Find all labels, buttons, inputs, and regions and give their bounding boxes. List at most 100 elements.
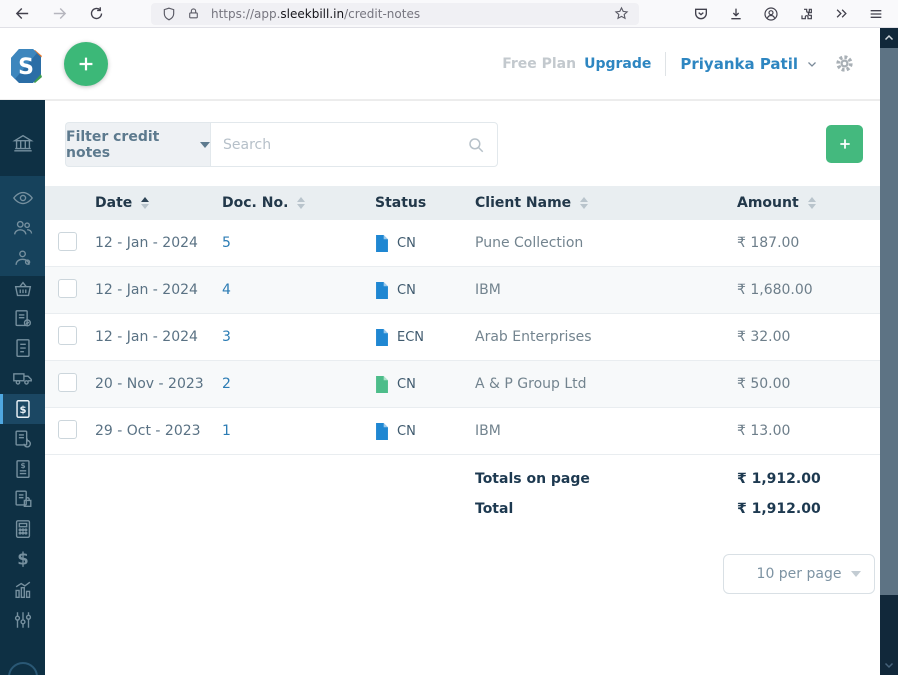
status-label: CN [397,424,416,439]
pocket-icon[interactable] [689,2,713,26]
doc-number-link[interactable]: 1 [222,423,231,439]
row-amount: ₹ 50.00 [737,376,880,392]
doc-number-link[interactable]: 5 [222,235,231,251]
download-icon[interactable] [724,2,748,26]
row-checkbox[interactable] [58,232,77,251]
sidebar-item-purchase-bills[interactable]: $ [0,454,45,484]
chevron-down-icon[interactable] [806,58,818,70]
file-icon [375,235,389,252]
sort-icon-amount[interactable] [808,197,816,209]
status-label: CN [397,377,416,392]
sidebar-item-purchase-orders[interactable] [0,424,45,454]
scroll-up-icon[interactable] [880,30,898,46]
doc-number-link[interactable]: 4 [222,282,231,298]
row-amount: ₹ 32.00 [737,329,880,345]
column-header-doc-no[interactable]: Doc. No. [222,195,375,211]
scroll-down-icon[interactable] [880,657,898,673]
user-menu[interactable]: Priyanka Patil [680,55,798,73]
row-client: IBM [475,282,737,298]
shield-icon[interactable] [159,4,179,24]
overflow-chevrons-icon[interactable] [829,2,853,26]
sidebar-item-quotes[interactable] [0,304,45,334]
sleekbill-logo-icon[interactable]: S [7,47,45,85]
sidebar-item-credit-notes[interactable]: $ [0,394,45,424]
upgrade-link[interactable]: Upgrade [584,56,651,72]
row-date: 12 - Jan - 2024 [95,329,222,345]
column-header-client[interactable]: Client Name [475,195,737,211]
svg-text:$: $ [19,405,26,416]
scrollbar-thumb[interactable] [880,48,898,595]
table-row: 12 - Jan - 2024 4 CN IBM ₹ 1,680.00 [45,267,880,314]
column-header-status[interactable]: Status [375,195,475,211]
app-header: S Free Plan Upgrade Priyanka Patil [0,28,880,100]
app-window: S Free Plan Upgrade Priyanka Patil [0,28,898,675]
doc-number-link[interactable]: 2 [222,376,231,392]
header-divider [665,52,666,76]
file-icon [375,329,389,346]
search-input[interactable] [223,137,467,153]
sort-icon-client[interactable] [580,197,588,209]
page-scrollbar[interactable] [880,28,898,675]
url-text: https://app.sleekbill.in/credit-notes [211,7,611,21]
sidebar-item-vendor[interactable] [0,243,45,273]
bookmark-star-icon[interactable] [611,4,631,24]
sidebar-item-bank[interactable] [0,128,45,158]
filter-caret-icon [200,142,210,148]
menu-hamburger-icon[interactable] [864,2,888,26]
sort-icon-date[interactable] [141,197,149,209]
browser-toolbar: https://app.sleekbill.in/credit-notes [0,0,898,28]
sidebar-item-customers[interactable] [0,213,45,243]
sidebar-item-reports[interactable] [0,575,45,605]
gear-icon[interactable] [834,53,855,74]
file-icon [375,282,389,299]
row-checkbox[interactable] [58,373,77,392]
row-checkbox[interactable] [58,326,77,345]
sidebar-item-delivery[interactable] [0,363,45,393]
row-date: 12 - Jan - 2024 [95,282,222,298]
back-arrow-icon[interactable] [10,2,34,26]
status-label: ECN [397,330,424,345]
row-client: A & P Group Ltd [475,376,737,392]
svg-text:$: $ [20,461,25,470]
filter-bar: Filter credit notes [65,122,498,167]
address-bar[interactable]: https://app.sleekbill.in/credit-notes [151,3,639,25]
column-header-date[interactable]: Date [95,195,222,211]
lock-icon[interactable] [183,4,203,24]
reload-icon[interactable] [84,2,108,26]
forward-arrow-icon[interactable] [47,2,71,26]
svg-text:S: S [18,55,34,80]
sidebar-item-products[interactable] [0,274,45,304]
column-header-amount[interactable]: Amount [737,195,880,211]
sidebar-item-invoices[interactable] [0,333,45,363]
account-icon[interactable] [759,2,783,26]
row-date: 12 - Jan - 2024 [95,235,222,251]
sidebar-item-view[interactable] [0,183,45,213]
extensions-puzzle-icon[interactable] [794,2,818,26]
status-label: CN [397,236,416,251]
search-icon[interactable] [467,136,485,154]
table-row: 29 - Oct - 2023 1 CN IBM ₹ 13.00 [45,408,880,455]
table-body: 12 - Jan - 2024 5 CN Pune Collection ₹ 1… [45,220,880,455]
row-amount: ₹ 13.00 [737,423,880,439]
file-icon [375,376,389,393]
per-page-select[interactable]: 10 per page [723,554,875,594]
sidebar-item-calculator[interactable] [0,514,45,544]
table-row: 12 - Jan - 2024 5 CN Pune Collection ₹ 1… [45,220,880,267]
row-date: 20 - Nov - 2023 [95,376,222,392]
per-page-caret-icon [851,571,861,577]
sidebar-item-debit-notes[interactable] [0,484,45,514]
sidebar-item-payments[interactable]: $ [0,544,45,574]
sidebar-item-adjustments[interactable] [0,605,45,635]
new-document-button[interactable] [64,42,108,86]
sidebar-nav: $ $ $ [0,100,45,675]
total-value: ₹ 1,912.00 [737,501,880,517]
header-right-group: Free Plan Upgrade Priyanka Patil [502,28,855,99]
add-credit-note-button[interactable] [826,125,863,163]
doc-number-link[interactable]: 3 [222,329,231,345]
row-checkbox[interactable] [58,279,77,298]
row-client: Arab Enterprises [475,329,737,345]
row-checkbox[interactable] [58,420,77,439]
filter-dropdown-button[interactable]: Filter credit notes [65,122,210,167]
sort-icon-doc-no[interactable] [297,197,305,209]
search-box [210,122,498,167]
